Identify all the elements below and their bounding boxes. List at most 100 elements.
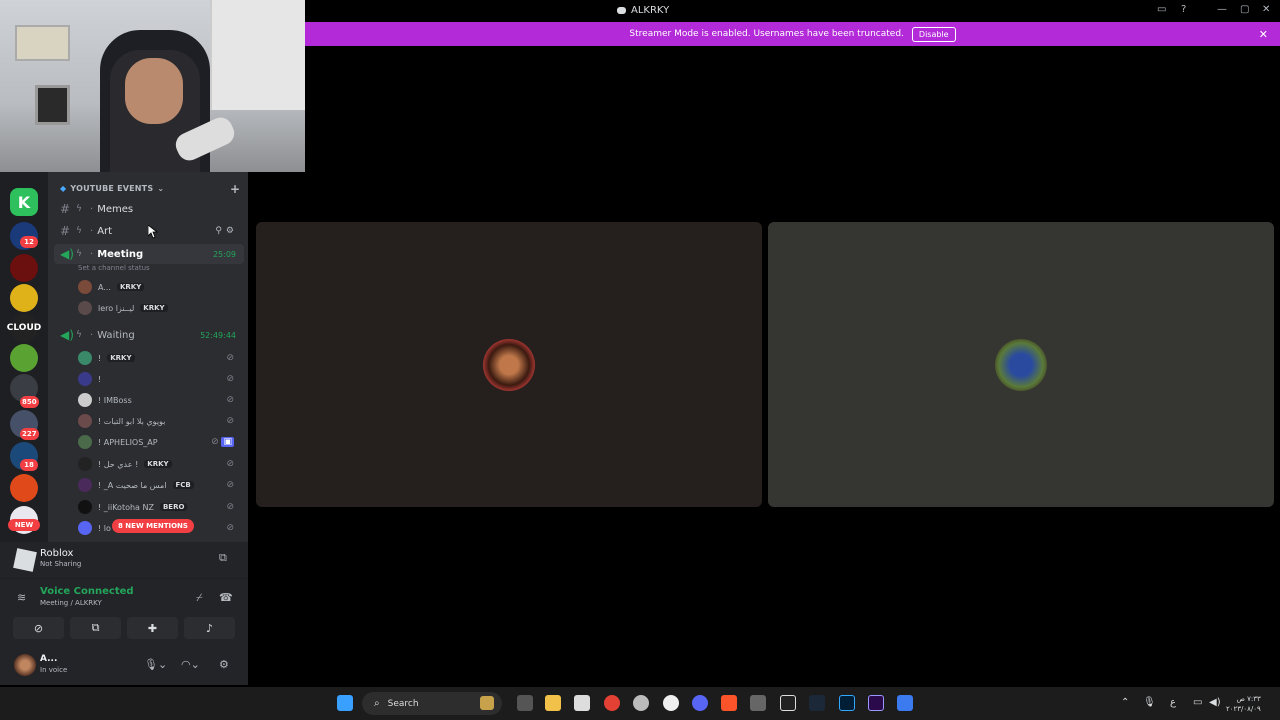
voice-user[interactable]: ! ⊘ <box>78 369 240 389</box>
video-tile[interactable] <box>256 222 762 507</box>
channel-waiting[interactable]: ◀) ϟ · Waiting 52:49:44 <box>54 325 244 345</box>
start-icon[interactable] <box>337 695 353 711</box>
server-icon[interactable] <box>10 284 38 312</box>
add-channel-icon[interactable]: + <box>230 182 240 196</box>
task-view-icon[interactable] <box>517 695 533 711</box>
streamer-mode-banner: Streamer Mode is enabled. Usernames have… <box>305 22 1280 46</box>
diamond-icon: ◆ <box>60 184 67 193</box>
channel-name: Memes <box>97 203 134 215</box>
server-icon[interactable]: CLOUD <box>7 314 41 342</box>
signal-icon[interactable]: ≋ <box>17 591 26 604</box>
voice-user[interactable]: A... KRKY <box>78 277 240 297</box>
video-tile[interactable] <box>768 222 1274 507</box>
avatar <box>78 478 92 492</box>
server-icon[interactable] <box>10 474 38 502</box>
voice-user[interactable]: ! APHELIOS_AP ⊘ ▣ <box>78 432 240 452</box>
channel-settings-icons[interactable]: ⚲⚙ <box>215 226 238 236</box>
channel-meeting[interactable]: ◀) ϟ · Meeting 25:09 <box>54 244 244 264</box>
capcut-icon[interactable] <box>780 695 796 711</box>
roblox-icon <box>13 548 37 572</box>
notification-badge: 12 <box>20 236 38 248</box>
bolt-icon: ϟ <box>76 330 82 340</box>
voice-user[interactable]: ! IMBoss ⊘ <box>78 390 240 410</box>
new-mentions-pill[interactable]: 8 NEW MENTIONS <box>112 519 194 533</box>
participant-avatar <box>483 338 535 391</box>
channel-memes[interactable]: # ϟ · Memes <box>54 199 244 219</box>
avatar <box>78 435 92 449</box>
channel-status[interactable]: Set a channel status <box>78 264 150 272</box>
category-header[interactable]: ◆ YOUTUBE EVENTS ⌄ + <box>60 182 245 196</box>
close-icon[interactable]: ✕ <box>1259 28 1268 41</box>
camera-button[interactable]: ⊘ <box>13 617 64 639</box>
category-name: YOUTUBE EVENTS <box>70 184 154 193</box>
server-icon[interactable] <box>10 254 38 282</box>
avatar <box>78 301 92 315</box>
mic-icon[interactable]: 🎙︎⌄ <box>144 658 167 671</box>
server-icon[interactable] <box>10 344 38 372</box>
clock[interactable]: ٧:٣٣ ص ٢٠٢٣/٠٨/٠٩ <box>1226 694 1261 714</box>
disconnect-icon[interactable]: ☎ <box>219 591 233 604</box>
voice-status[interactable]: Voice Connected <box>40 586 134 597</box>
chrome-icon[interactable] <box>604 695 620 711</box>
voice-user[interactable]: ! بويوي بلا ابو التبات ⊘ <box>78 411 240 431</box>
noise-suppression-icon[interactable]: ⌿ <box>196 591 203 605</box>
screen-share-icon: ⧉ <box>91 621 100 634</box>
network-icon[interactable]: ▭ <box>1193 697 1202 708</box>
camera-off-icon: ⊘ <box>33 621 44 635</box>
server-icon[interactable]: K <box>10 188 38 216</box>
channel-name: Meeting <box>97 248 144 260</box>
steam-deck-icon[interactable] <box>663 695 679 711</box>
minimize-button[interactable]: — <box>1217 4 1227 15</box>
user-name[interactable]: A... <box>40 654 57 664</box>
headphones-icon[interactable]: ◠⌄ <box>181 658 200 671</box>
user-avatar[interactable] <box>14 654 36 676</box>
steam-icon[interactable] <box>809 695 825 711</box>
share-screen-icon[interactable]: ⧉ <box>219 551 227 565</box>
voice-user[interactable]: ! _iiKotoha NZ BERO ⊘ <box>78 497 240 517</box>
help-icon[interactable]: ? <box>1181 4 1186 15</box>
app-icon[interactable] <box>750 695 766 711</box>
avatar <box>78 500 92 514</box>
participant-avatar <box>995 338 1047 391</box>
avatar <box>78 414 92 428</box>
file-explorer-icon[interactable] <box>545 695 561 711</box>
activities-button[interactable]: ✚ <box>127 617 178 639</box>
avatar <box>78 457 92 471</box>
new-badge: NEW <box>8 519 40 531</box>
soundboard-button[interactable]: ♪ <box>184 617 235 639</box>
gear-icon[interactable]: ⚙ <box>219 658 229 671</box>
voice-user[interactable]: lero ليــنزا KRKY <box>78 298 240 318</box>
voice-user[interactable]: ! عدي حل ! KRKY ⊘ <box>78 454 240 474</box>
discord-taskbar-icon[interactable] <box>692 695 708 711</box>
voice-user[interactable]: ! _A امس ما صحيت FCB ⊘ <box>78 475 240 495</box>
chevron-up-icon[interactable]: ⌃ <box>1121 697 1129 708</box>
windows-taskbar: ⌕ Search ⌃ 🎙︎ ع ▭ ◀) ٧:٣٣ ص ٢٠٢٣/٠٨/٠٩ <box>0 687 1280 720</box>
deafened-icon: ⊘ <box>226 502 234 512</box>
maximize-button[interactable]: ▢ <box>1240 4 1249 15</box>
screen-share-button[interactable]: ⧉ <box>70 617 121 639</box>
deafened-icon: ⊘ <box>226 459 234 469</box>
game-title: Roblox <box>40 548 74 559</box>
deafened-icon: ⊘ <box>226 523 234 533</box>
premiere-icon[interactable] <box>868 695 884 711</box>
roblox-taskbar-icon[interactable] <box>897 695 913 711</box>
deafened-icon: ⊘ <box>226 395 234 405</box>
language-indicator[interactable]: ع <box>1170 697 1176 708</box>
search-icon: ⌕ <box>374 698 380 709</box>
inbox-icon[interactable]: ▭ <box>1157 4 1166 15</box>
brave-icon[interactable] <box>721 695 737 711</box>
taskbar-search[interactable]: ⌕ Search <box>362 692 502 715</box>
voice-user[interactable]: ! KRKY ⊘ <box>78 348 240 368</box>
speaker-icon: ◀) <box>60 247 74 261</box>
obs-icon[interactable] <box>633 695 649 711</box>
photoshop-icon[interactable] <box>839 695 855 711</box>
store-icon[interactable] <box>574 695 590 711</box>
shelf <box>210 0 305 110</box>
wall-frame <box>15 25 70 61</box>
mic-tray-icon[interactable]: 🎙︎ <box>1143 697 1156 708</box>
disable-button[interactable]: Disable <box>911 26 956 42</box>
wall-frame <box>35 85 70 125</box>
volume-icon[interactable]: ◀) <box>1209 697 1221 708</box>
deafened-icon: ⊘ <box>226 416 234 426</box>
close-window-button[interactable]: ✕ <box>1262 4 1270 15</box>
